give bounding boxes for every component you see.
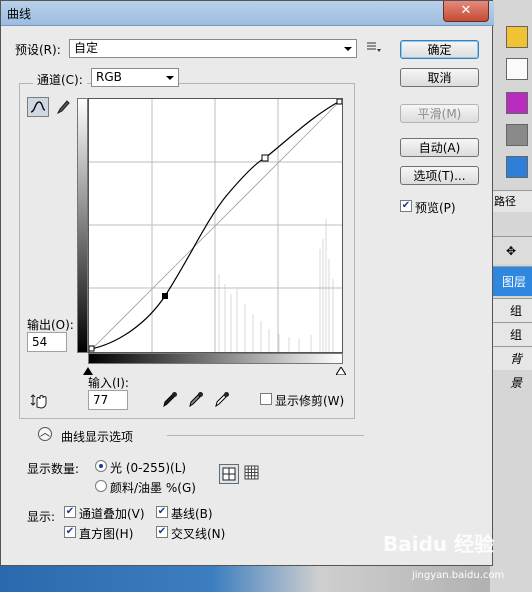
show-label: 显示: (27, 510, 56, 524)
white-point-slider-icon[interactable] (335, 364, 347, 378)
white-swatch-icon[interactable] (506, 58, 528, 80)
panel-tab-paths-label: 路径 (494, 195, 516, 208)
chevron-down-icon (166, 76, 174, 80)
layer-row-tab[interactable]: 图层 (490, 266, 532, 296)
intersection-line-label: 交叉线(N) (171, 527, 226, 541)
output-gradient-bar (77, 98, 88, 353)
preset-select[interactable]: 自定 (69, 39, 357, 58)
preview-label: 预览(P) (415, 201, 456, 215)
watermark: Baidu 经验 (383, 532, 495, 556)
detailed-grid-icon[interactable] (244, 465, 260, 484)
preview-checkbox[interactable]: ✔ (400, 200, 412, 212)
histogram-bars (214, 219, 334, 352)
right-panel: 路径 ✥ 图层 组 2 组 1 背景 (490, 0, 532, 592)
layer-row-background[interactable]: 背景 (490, 346, 532, 390)
ok-button[interactable]: 确定 (400, 40, 479, 59)
baseline-checkbox[interactable]: ✔ (156, 506, 168, 518)
panel-tab-paths[interactable]: 路径 (490, 190, 532, 212)
output-field[interactable]: 54 (27, 332, 67, 352)
intersection-line-checkbox[interactable]: ✔ (156, 526, 168, 538)
input-field[interactable]: 77 (88, 390, 128, 410)
gray-eyedropper-icon[interactable] (187, 390, 205, 411)
cancel-button[interactable]: 取消 (400, 68, 479, 87)
black-eyedropper-icon[interactable] (161, 390, 179, 411)
curve-edit-icon[interactable] (27, 97, 49, 117)
pigment-radio-label: 颜料/油墨 %(G) (110, 481, 196, 495)
watermark-url: jingyan.baidu.com (412, 570, 505, 581)
curve-point-active[interactable] (162, 293, 168, 299)
chevron-down-icon (344, 47, 352, 51)
smooth-button[interactable]: 平滑(M) (400, 104, 479, 123)
curve-graph[interactable] (88, 98, 343, 353)
layer-row-group1[interactable]: 组 1 (490, 322, 532, 366)
options-button[interactable]: 选项(T)... (400, 166, 479, 185)
show-clipping-label: 显示修剪(W) (275, 394, 345, 408)
collapse-chevron-icon[interactable]: ︿ (38, 427, 52, 441)
channel-overlay-checkbox[interactable]: ✔ (64, 506, 76, 518)
light-radio-label: 光 (0-255)(L) (110, 461, 187, 475)
curve-point[interactable] (261, 154, 269, 162)
curve-display-options-label: 曲线显示选项 (61, 430, 134, 444)
targeted-adjust-hand-icon[interactable] (29, 391, 49, 412)
dialog-titlebar[interactable] (1, 1, 494, 26)
curve-graph-svg (88, 98, 343, 353)
show-amount-label: 显示数量: (27, 462, 80, 476)
preset-value: 自定 (74, 41, 99, 55)
preset-label: 预设(R): (15, 43, 61, 57)
channel-overlay-label: 通道叠加(V) (79, 507, 145, 521)
pencil-icon[interactable] (55, 98, 71, 119)
dialog-title: 曲线 (7, 7, 32, 21)
curve-point-end[interactable] (88, 345, 95, 352)
baseline-label: 基线(B) (171, 507, 213, 521)
auto-button[interactable]: 自动(A) (400, 138, 479, 157)
divider (167, 435, 364, 436)
layer-row-group2[interactable]: 组 2 (490, 298, 532, 342)
input-label: 输入(I): (88, 376, 129, 390)
channel-select[interactable]: RGB (91, 68, 179, 87)
curves-dialog: 曲线 ✕ 预设(R): 自定 确定 取消 平滑(M) 自动(A) 选项(T)..… (0, 0, 494, 566)
simple-grid-icon[interactable] (219, 464, 239, 484)
channel-label: 通道(C): (33, 71, 87, 88)
white-eyedropper-icon[interactable] (213, 390, 231, 411)
blue-style-icon[interactable] (506, 156, 528, 178)
channel-value: RGB (96, 70, 122, 84)
panel-toolbar[interactable]: ✥ (490, 236, 532, 264)
pigment-radio[interactable] (95, 480, 107, 492)
purple-style-icon[interactable] (506, 92, 528, 114)
histogram-label: 直方图(H) (79, 527, 134, 541)
output-label: 输出(O): (27, 318, 74, 332)
input-gradient-bar (88, 353, 343, 364)
layer-background-label: 背景 (510, 352, 523, 390)
close-button[interactable]: ✕ (443, 1, 489, 22)
layer-label: 图层 (502, 275, 527, 289)
show-clipping-checkbox[interactable] (260, 393, 272, 405)
preset-options-icon[interactable] (367, 41, 381, 56)
light-radio[interactable] (95, 460, 107, 472)
cube-style-icon[interactable] (506, 124, 528, 146)
curve-point-end[interactable] (336, 98, 343, 105)
yellow-swatch-icon[interactable] (506, 26, 528, 48)
histogram-checkbox[interactable]: ✔ (64, 526, 76, 538)
